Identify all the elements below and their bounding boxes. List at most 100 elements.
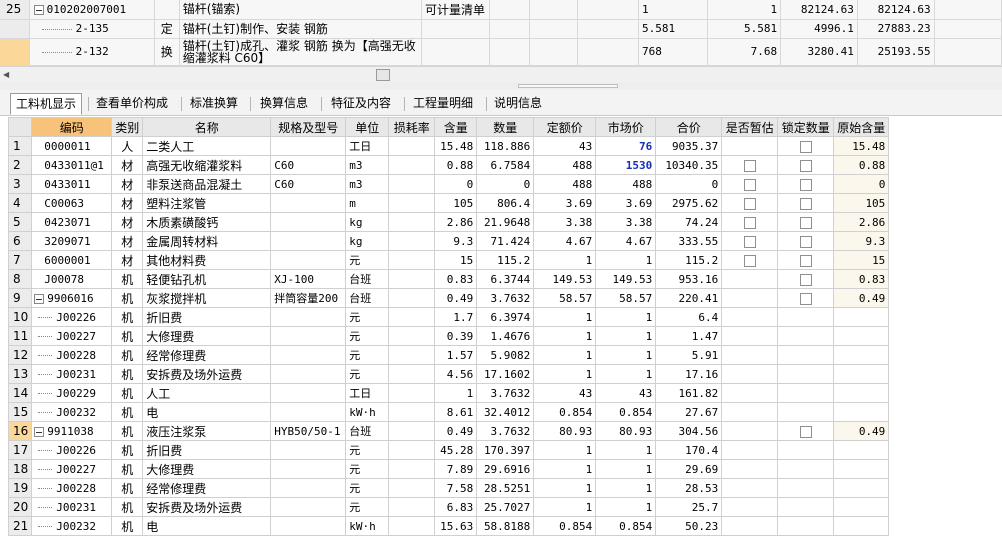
lock-quantity-cell[interactable] (777, 516, 835, 536)
estimated-cell[interactable] (721, 478, 779, 498)
lock-quantity-checkbox[interactable] (799, 216, 812, 229)
spec-cell[interactable] (270, 326, 347, 346)
bill-col-c1[interactable] (489, 38, 530, 66)
scrollbar-thumb[interactable] (376, 69, 390, 81)
market-price-cell[interactable]: 3.38 (595, 212, 657, 232)
unit-cell[interactable]: 元 (345, 459, 390, 479)
market-price-cell[interactable]: 1 (595, 345, 657, 365)
table-row[interactable]: 15 J00232 机电 kW·h 8.61 32.4012 0.854 0.854 27.67 (7, 402, 890, 422)
lock-quantity-checkbox[interactable] (799, 140, 812, 153)
quota-price-cell[interactable]: 1 (533, 345, 597, 365)
bill-name[interactable]: 锚杆(土钉)成孔、灌浆 钢筋 换为【高强无收缩灌浆料 C60】 (179, 38, 423, 66)
loss-rate-cell[interactable] (388, 269, 436, 289)
name-cell[interactable]: 安拆费及场外运费 (142, 364, 272, 384)
table-row[interactable]: 5 0423071 材木质素磺酸钙 kg 2.86 21.9648 3.38 3.38 74.2… (7, 212, 890, 232)
content-cell[interactable]: 0 (434, 174, 478, 194)
row-number[interactable]: 6 (7, 231, 33, 251)
quota-price-cell[interactable]: 0.854 (533, 516, 597, 536)
quota-price-cell[interactable]: 1 (533, 307, 597, 327)
table-row[interactable]: 19 J00228 机经常修理费元 7.58 28.5251 1 1 28.53 (7, 478, 890, 498)
quantity-cell[interactable]: 58.8188 (476, 516, 535, 536)
total-cell[interactable]: 17.16 (655, 364, 723, 384)
original-content-cell[interactable] (833, 383, 890, 403)
total-cell[interactable]: 10340.35 (655, 155, 723, 175)
type-cell[interactable]: 材 (111, 193, 144, 213)
estimated-checkbox[interactable] (743, 178, 756, 191)
bill-code-cell[interactable]: 2-135 (29, 19, 155, 39)
bill-kind[interactable]: 换 (154, 38, 180, 66)
estimated-cell[interactable] (721, 440, 779, 460)
bill-row-number[interactable]: 25 (0, 0, 30, 20)
header-spec[interactable]: 规格及型号 (270, 117, 347, 137)
estimated-checkbox[interactable] (743, 235, 756, 248)
loss-rate-cell[interactable] (388, 516, 436, 536)
original-content-cell[interactable] (833, 307, 890, 327)
code-cell[interactable]: J00232 (31, 516, 113, 536)
type-cell[interactable]: 材 (111, 212, 144, 232)
tab-description-info[interactable]: 说明信息 (489, 93, 547, 115)
quantity-cell[interactable]: 5.9082 (476, 345, 535, 365)
code-cell[interactable]: C00063 (31, 193, 113, 213)
estimated-cell[interactable] (721, 155, 779, 175)
loss-rate-cell[interactable] (388, 155, 436, 175)
quantity-cell[interactable]: 170.397 (476, 440, 535, 460)
splitter-grip[interactable] (518, 84, 618, 88)
name-cell[interactable]: 经常修理费 (142, 345, 272, 365)
quota-price-cell[interactable]: 1 (533, 459, 597, 479)
table-row[interactable]: 21 J00232 机电 kW·h 15.63 58.8188 0.854 0.854 50.2… (7, 516, 890, 536)
estimated-checkbox[interactable] (743, 159, 756, 172)
code-cell[interactable]: J00228 (31, 345, 113, 365)
loss-rate-cell[interactable] (388, 307, 436, 327)
quota-price-cell[interactable]: 80.93 (533, 421, 597, 441)
lock-quantity-cell[interactable] (777, 478, 835, 498)
market-price-cell[interactable]: 58.57 (595, 288, 657, 308)
content-cell[interactable]: 8.61 (434, 402, 478, 422)
name-cell[interactable]: 大修理费 (142, 459, 272, 479)
header-unit[interactable]: 单位 (345, 117, 390, 137)
estimated-cell[interactable] (721, 250, 779, 270)
market-price-cell[interactable]: 1 (595, 326, 657, 346)
type-cell[interactable]: 机 (111, 440, 144, 460)
unit-cell[interactable]: 工日 (345, 383, 390, 403)
bill-quantity-2[interactable]: 1 (707, 0, 782, 20)
quantity-cell[interactable]: 0 (476, 174, 535, 194)
type-cell[interactable]: 材 (111, 231, 144, 251)
market-price-cell[interactable]: 0.854 (595, 516, 657, 536)
type-cell[interactable]: 机 (111, 459, 144, 479)
spec-cell[interactable] (270, 383, 347, 403)
unit-cell[interactable]: kg (345, 212, 390, 232)
bill-quantity[interactable]: 768 (638, 38, 708, 66)
market-price-cell[interactable]: 1 (595, 478, 657, 498)
header-quota-price[interactable]: 定额价 (533, 117, 597, 137)
content-cell[interactable]: 0.88 (434, 155, 478, 175)
original-content-cell[interactable]: 2.86 (833, 212, 890, 232)
quota-price-cell[interactable]: 1 (533, 364, 597, 384)
bill-row-number[interactable] (0, 38, 30, 66)
collapse-icon[interactable] (33, 4, 44, 15)
row-number[interactable]: 7 (7, 250, 33, 270)
loss-rate-cell[interactable] (388, 497, 436, 517)
unit-cell[interactable]: 元 (345, 440, 390, 460)
lock-quantity-cell[interactable] (777, 345, 835, 365)
unit-cell[interactable]: 元 (345, 364, 390, 384)
original-content-cell[interactable]: 0.88 (833, 155, 890, 175)
table-row[interactable]: 13 J00231 机安拆费及场外运费元 4.56 17.1602 1 1 17.16 (7, 364, 890, 384)
market-price-cell[interactable]: 1 (595, 250, 657, 270)
lock-quantity-cell[interactable] (777, 136, 835, 156)
quota-price-cell[interactable]: 43 (533, 383, 597, 403)
table-row[interactable]: 10 J00226 机折旧费元 1.7 6.3974 1 1 6.4 (7, 307, 890, 327)
lock-quantity-cell[interactable] (777, 364, 835, 384)
quantity-cell[interactable]: 21.9648 (476, 212, 535, 232)
bill-col-c2[interactable] (529, 19, 578, 39)
market-price-cell[interactable]: 1 (595, 364, 657, 384)
market-price-cell[interactable]: 43 (595, 383, 657, 403)
estimated-cell[interactable] (721, 402, 779, 422)
unit-cell[interactable]: 元 (345, 250, 390, 270)
tab-material-display[interactable]: 工料机显示 (10, 93, 83, 115)
bill-quantity-2[interactable]: 7.68 (707, 38, 782, 66)
spec-cell[interactable] (270, 440, 347, 460)
header-quantity[interactable]: 数量 (476, 117, 535, 137)
loss-rate-cell[interactable] (388, 136, 436, 156)
total-cell[interactable]: 1.47 (655, 326, 723, 346)
type-cell[interactable]: 机 (111, 307, 144, 327)
